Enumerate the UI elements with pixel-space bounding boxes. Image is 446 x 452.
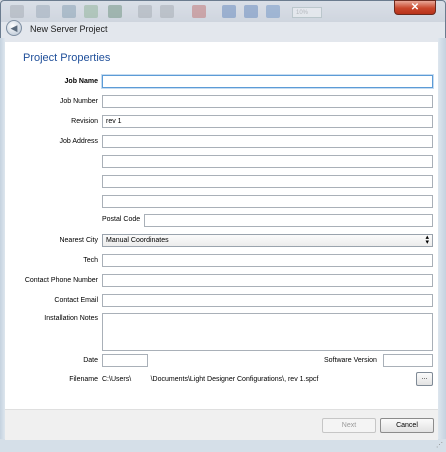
contact-email-label: Contact Email <box>54 297 98 304</box>
postal-code-label: Postal Code <box>102 216 141 223</box>
contact-email-input[interactable] <box>102 294 433 307</box>
nearest-city-value: Manual Coordinates <box>106 237 169 244</box>
revision-input[interactable]: rev 1 <box>102 115 433 128</box>
installation-notes-textarea[interactable] <box>102 313 433 351</box>
window-frame-right <box>438 38 446 452</box>
job-address-line-4[interactable] <box>102 195 433 208</box>
updown-arrows-icon: ▴ ▾ <box>425 234 429 246</box>
next-button[interactable]: Next <box>322 418 376 433</box>
date-label: Date <box>83 357 98 364</box>
nearest-city-label: Nearest City <box>59 237 98 244</box>
job-number-input[interactable] <box>102 95 433 108</box>
tech-input[interactable] <box>102 254 433 267</box>
job-address-label: Job Address <box>59 138 98 145</box>
revision-label: Revision <box>71 118 98 125</box>
contact-phone-input[interactable] <box>102 274 433 287</box>
window-frame-bottom <box>0 439 446 452</box>
job-address-line-3[interactable] <box>102 175 433 188</box>
page-title: Project Properties <box>23 52 111 64</box>
nearest-city-select[interactable]: Manual Coordinates ▴ ▾ <box>102 234 433 247</box>
installation-notes-label: Installation Notes <box>44 315 98 322</box>
tech-label: Tech <box>83 257 98 264</box>
browse-button[interactable]: ... <box>416 372 433 386</box>
close-button[interactable]: ✕ <box>394 0 436 15</box>
cancel-button[interactable]: Cancel <box>380 418 434 433</box>
job-number-label: Job Number <box>59 98 98 105</box>
postal-code-input[interactable] <box>144 214 433 227</box>
job-address-line-2[interactable] <box>102 155 433 168</box>
filename-label: Filename <box>69 376 98 383</box>
job-name-label: Job Name <box>64 78 98 85</box>
software-version-input[interactable] <box>383 354 433 367</box>
job-address-line-1[interactable] <box>102 135 433 148</box>
software-version-label: Software Version <box>324 357 377 364</box>
window-title: New Server Project <box>30 24 108 34</box>
contact-phone-label: Contact Phone Number <box>24 277 98 284</box>
resize-grip-icon[interactable]: ⋰ <box>436 441 444 449</box>
filename-value: C:\Users\ \Documents\Light Designer Conf… <box>102 376 319 383</box>
job-name-input[interactable] <box>102 75 433 88</box>
date-input[interactable] <box>102 354 148 367</box>
back-arrow-icon[interactable]: ◀ <box>6 20 22 36</box>
